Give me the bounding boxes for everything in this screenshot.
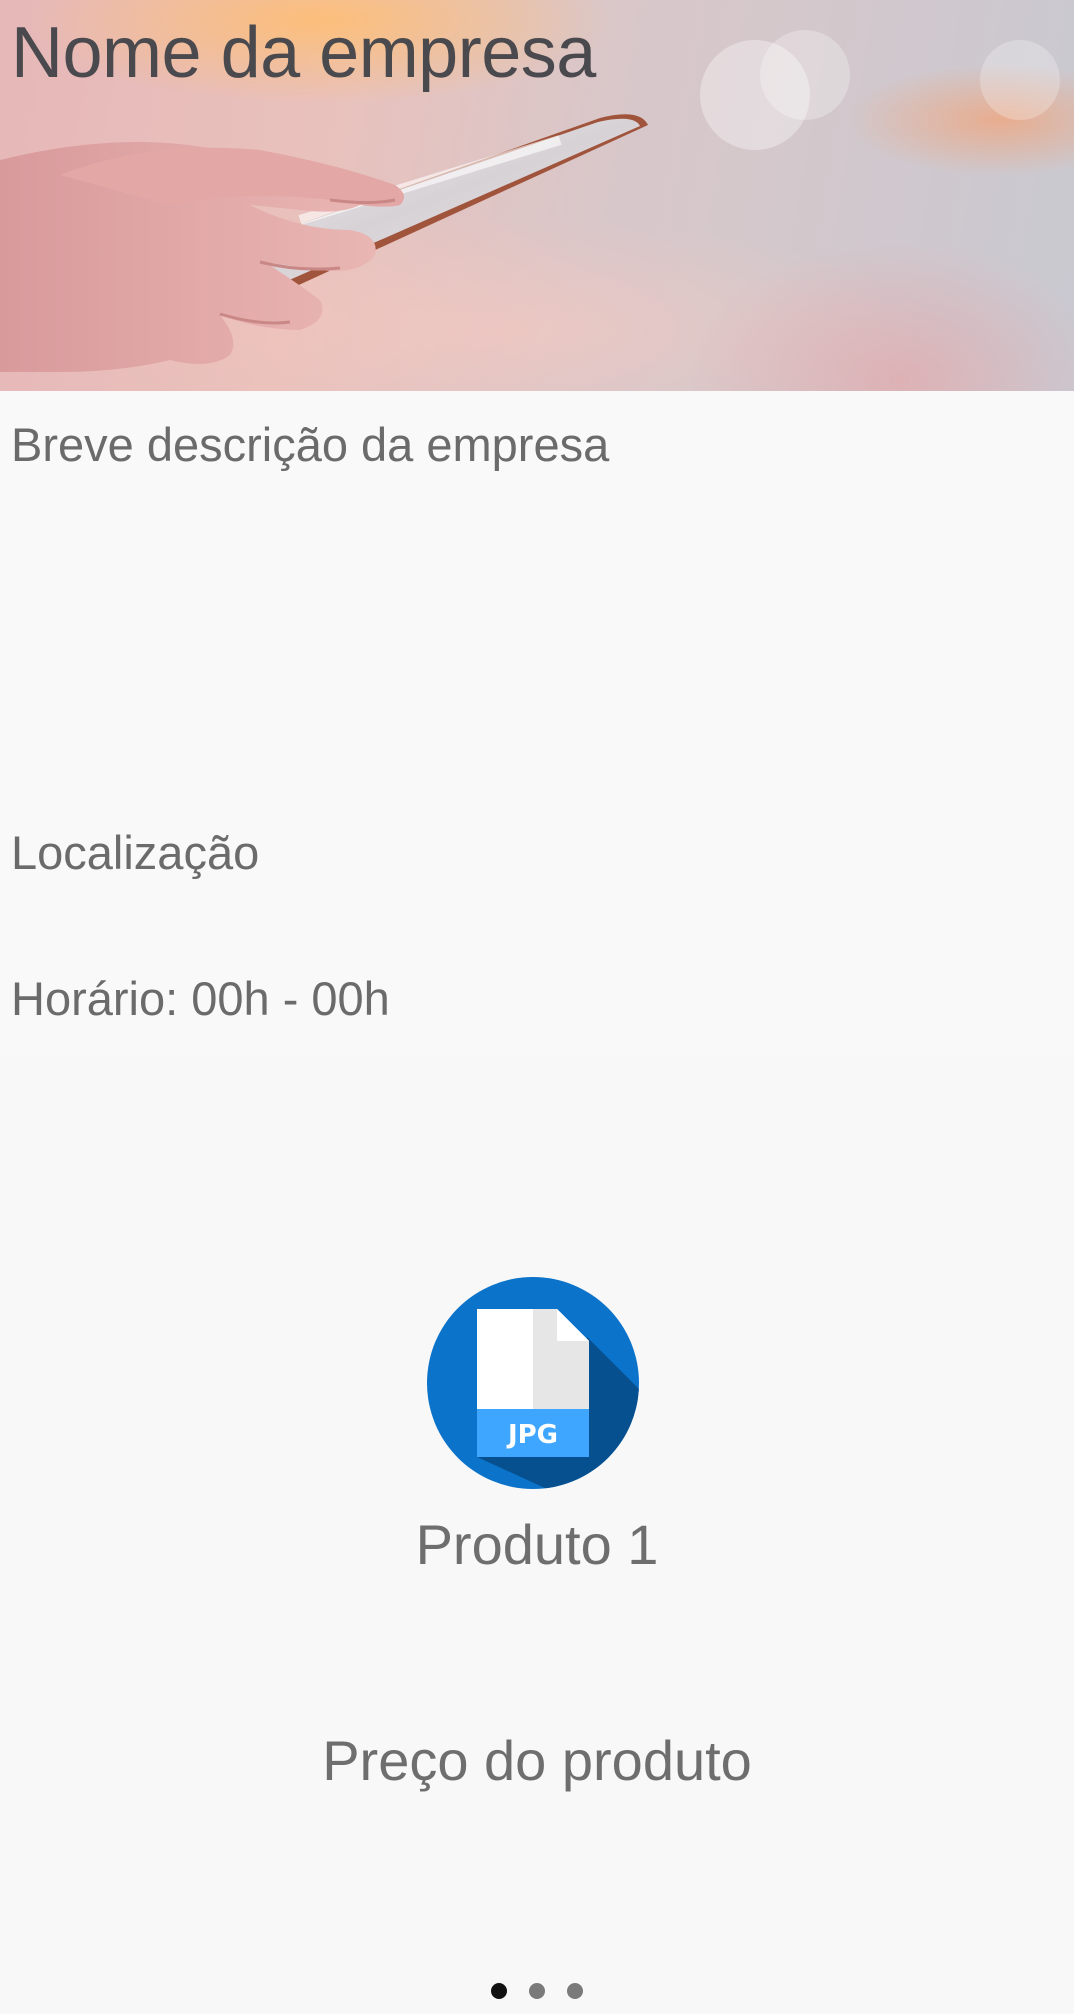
pager-dot-2[interactable] xyxy=(529,1983,545,1999)
company-name: Nome da empresa xyxy=(11,13,596,93)
pager-dot-1[interactable] xyxy=(491,1983,507,1999)
company-hours: Horário: 00h - 00h xyxy=(11,972,390,1025)
product-price: Preço do produto xyxy=(322,1729,752,1792)
carousel-pager xyxy=(0,1983,1074,1999)
product-name: Produto 1 xyxy=(415,1513,659,1576)
company-location: Localização xyxy=(11,826,260,879)
hero-banner: Nome da empresa xyxy=(0,0,1074,391)
company-page: Nome da empresa Breve descrição da empre… xyxy=(0,0,1074,2014)
pager-dot-3[interactable] xyxy=(567,1983,583,1999)
jpg-file-icon[interactable]: JPG xyxy=(427,1277,639,1489)
company-description: Breve descrição da empresa xyxy=(11,418,610,471)
jpg-badge-label: JPG xyxy=(506,1420,558,1450)
product-carousel[interactable]: JPG Produto 1 Preço do produto xyxy=(0,1055,1074,2014)
company-info-section: Breve descrição da empresa Localização H… xyxy=(0,391,1074,1055)
